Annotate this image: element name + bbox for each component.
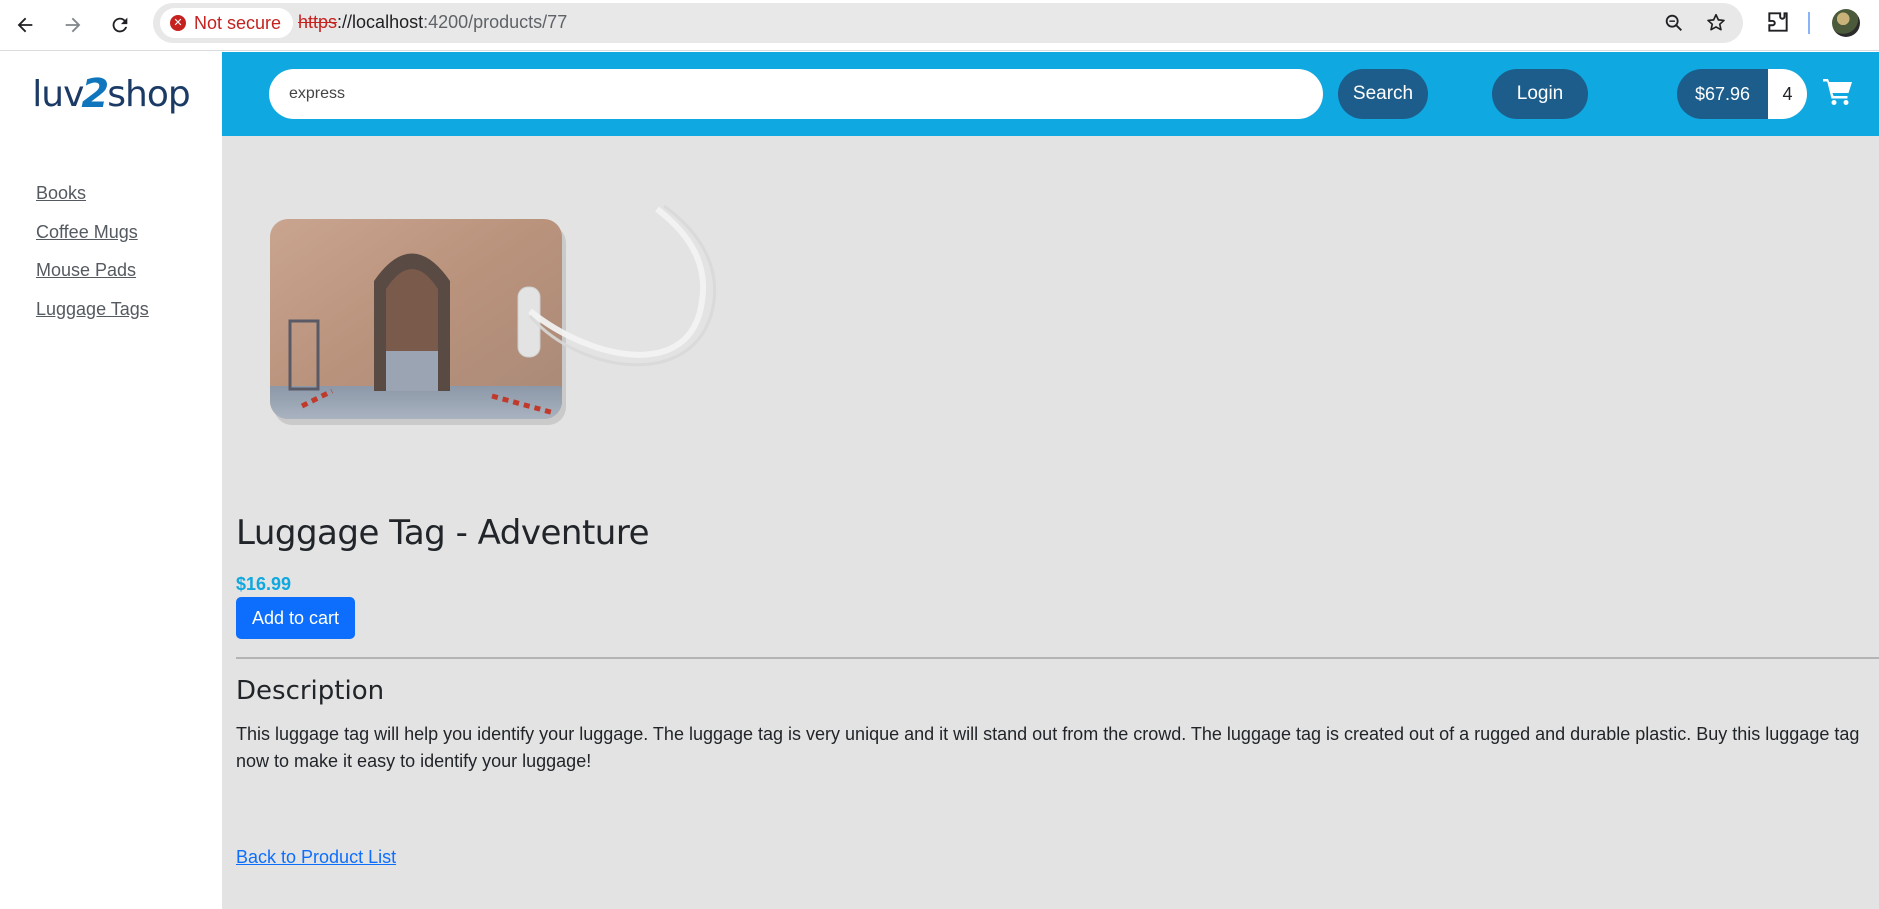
- category-link-mouse-pads[interactable]: Mouse Pads: [36, 260, 136, 280]
- category-menu: Books Coffee Mugs Mouse Pads Luggage Tag…: [36, 183, 149, 337]
- section-divider: [236, 657, 1879, 659]
- toolbar-divider: [1808, 12, 1810, 34]
- search-input[interactable]: [269, 69, 1323, 119]
- address-bar[interactable]: ✕ Not secure https://localhost:4200/prod…: [153, 3, 1743, 43]
- zoom-icon[interactable]: [1663, 12, 1685, 34]
- bookmark-star-icon[interactable]: [1705, 12, 1727, 34]
- add-to-cart-button[interactable]: Add to cart: [236, 597, 355, 639]
- cart-quantity[interactable]: 4: [1768, 69, 1807, 119]
- category-item: Mouse Pads: [36, 260, 149, 299]
- security-label: Not secure: [194, 12, 282, 33]
- back-button[interactable]: [8, 8, 42, 42]
- search-button[interactable]: Search: [1338, 69, 1428, 119]
- logo-text-luv: luv: [32, 73, 84, 115]
- description-text: This luggage tag will help you identify …: [236, 724, 1860, 771]
- security-chip[interactable]: ✕ Not secure: [160, 8, 294, 38]
- page: luv 2 shop Books Coffee Mugs Mouse Pads Lu…: [0, 52, 1879, 909]
- logo-text-shop: shop: [107, 73, 190, 115]
- back-to-product-list-link[interactable]: Back to Product List: [236, 847, 396, 868]
- login-button[interactable]: Login: [1492, 69, 1588, 119]
- arrow-right-icon: [65, 17, 81, 33]
- arrow-left-icon: [17, 17, 33, 33]
- profile-avatar[interactable]: [1832, 9, 1860, 37]
- category-link-books[interactable]: Books: [36, 183, 86, 203]
- cart-total[interactable]: $67.96: [1677, 69, 1768, 119]
- category-item: Coffee Mugs: [36, 222, 149, 261]
- luggage-tag-photo: [270, 204, 717, 425]
- url-text[interactable]: https://localhost:4200/products/77: [298, 12, 567, 33]
- reload-icon: [112, 17, 128, 33]
- category-link-luggage-tags[interactable]: Luggage Tags: [36, 299, 149, 319]
- extensions-icon[interactable]: [1765, 9, 1791, 35]
- product-detail: Luggage Tag - Adventure $16.99 Add to ca…: [222, 136, 1879, 909]
- forward-button[interactable]: [56, 8, 90, 42]
- product-title: Luggage Tag - Adventure: [236, 513, 650, 553]
- url-path: :4200/products/77: [423, 12, 568, 32]
- reload-button[interactable]: [103, 8, 137, 42]
- sidebar: luv 2 shop Books Coffee Mugs Mouse Pads Lu…: [0, 52, 222, 909]
- category-link-coffee-mugs[interactable]: Coffee Mugs: [36, 222, 138, 242]
- category-item: Luggage Tags: [36, 299, 149, 338]
- description-heading: Description: [236, 676, 385, 706]
- product-price: $16.99: [236, 574, 292, 594]
- url-separator: ://: [337, 12, 353, 32]
- browser-toolbar: ✕ Not secure https://localhost:4200/prod…: [0, 0, 1879, 51]
- site-logo[interactable]: luv 2 shop: [0, 52, 222, 136]
- warning-icon: ✕: [170, 15, 186, 31]
- logo-text-2: 2: [81, 71, 110, 117]
- top-header: Search Login $67.96 4: [222, 52, 1879, 136]
- shopping-cart-icon[interactable]: [1822, 76, 1854, 106]
- url-host: localhost: [352, 12, 424, 32]
- category-item: Books: [36, 183, 149, 222]
- url-scheme: https: [298, 12, 338, 32]
